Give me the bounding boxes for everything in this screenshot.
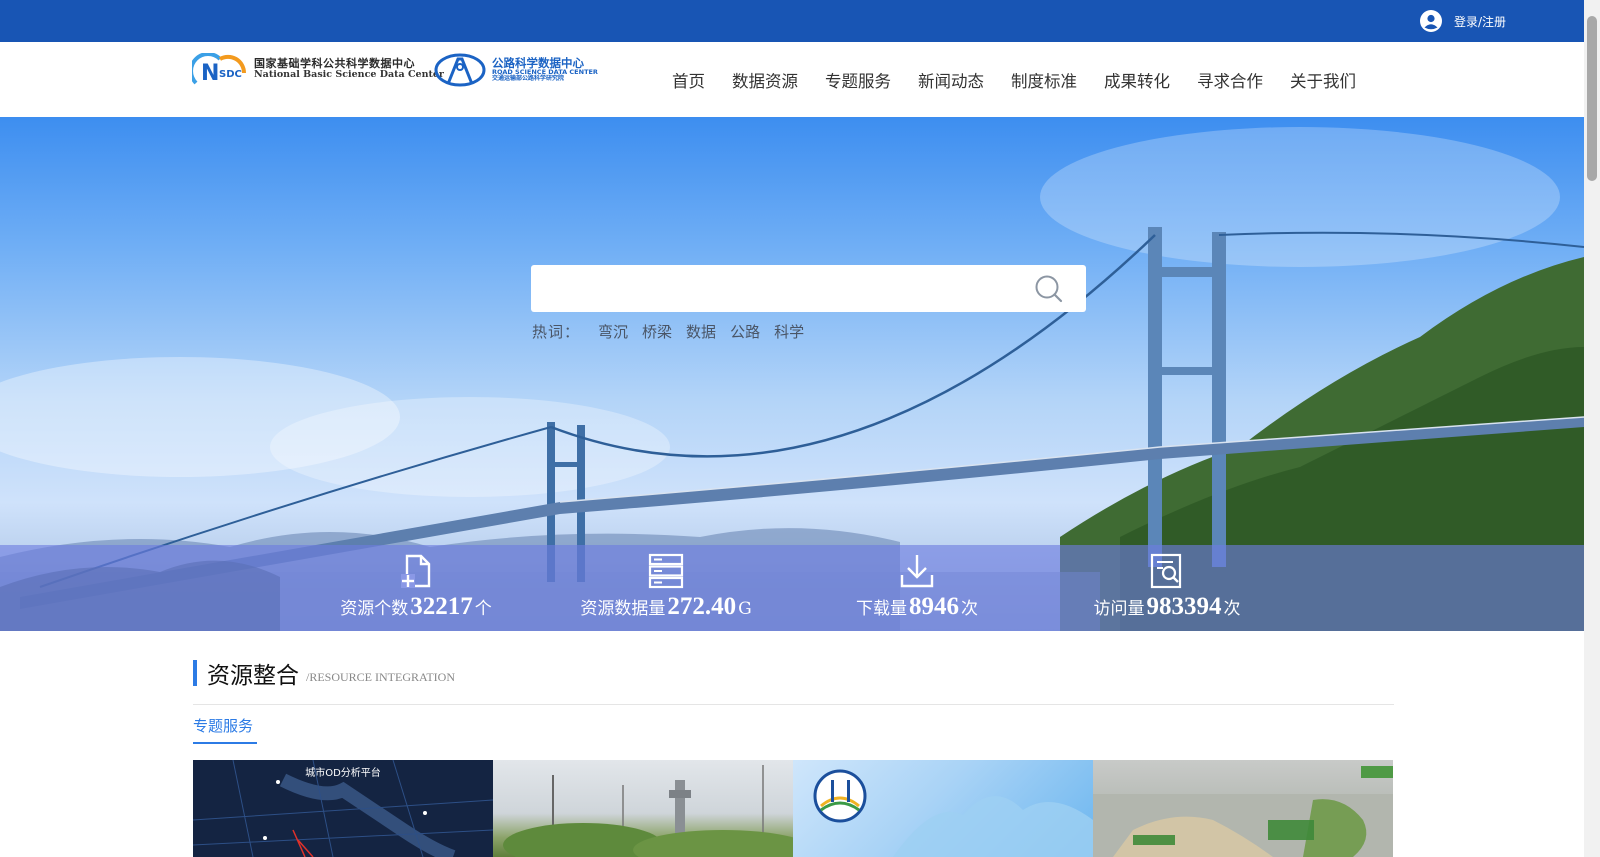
bridge-emblem-thumbnail <box>813 769 1093 857</box>
login-register-link[interactable]: 登录/注册 <box>1419 10 1506 32</box>
terrain-map-thumbnail <box>1093 766 1393 857</box>
stat-label: 下载量 <box>856 599 907 619</box>
resource-card-od-platform[interactable]: 城市OD分析平台 <box>193 760 493 857</box>
header: N SDC 国家基础学科公共科学数据中心 National Basic Scie… <box>0 42 1584 117</box>
file-add-icon <box>401 554 431 588</box>
download-icon <box>900 555 934 588</box>
tab-active-underline <box>193 742 257 744</box>
database-icon <box>648 553 684 589</box>
hot-word[interactable]: 桥梁 <box>642 321 672 342</box>
main-nav: 首页 数据资源 专题服务 新闻动态 制度标准 成果转化 寻求合作 关于我们 <box>672 42 1356 117</box>
svg-text:N: N <box>201 61 219 85</box>
search-icon[interactable] <box>1034 274 1064 304</box>
hot-words-label: 热词： <box>532 323 581 341</box>
hot-word[interactable]: 科学 <box>774 321 804 342</box>
stat-unit: G <box>738 599 752 619</box>
nav-achievements[interactable]: 成果转化 <box>1104 68 1170 92</box>
resource-cards: 城市OD分析平台 <box>193 760 1394 857</box>
stat-label: 资源个数 <box>340 599 409 619</box>
stat-unit: 个 <box>474 599 492 619</box>
section-divider <box>193 704 1394 705</box>
hot-words: 热词： 弯沉 桥梁 数据 公路 科学 <box>532 321 804 342</box>
road-science-logo-sub: 交通运输部公路科学研究院 <box>492 75 565 83</box>
search-box <box>531 265 1086 312</box>
nav-about-us[interactable]: 关于我们 <box>1290 68 1356 92</box>
nav-home[interactable]: 首页 <box>672 68 705 92</box>
stat-value: 272.40 <box>667 593 737 620</box>
scrollbar-thumb[interactable] <box>1587 16 1597 181</box>
road-science-logo-mark <box>434 53 486 87</box>
road-science-logo[interactable]: 公路科学数据中心 ROAD SCIENCE DATA CENTER 交通运输部公… <box>434 53 598 87</box>
nav-topic-services[interactable]: 专题服务 <box>825 68 891 92</box>
search-input[interactable] <box>531 265 1031 312</box>
nbsdc-logo-mark: N SDC <box>192 53 247 85</box>
resource-card-bridge-emblem[interactable] <box>793 760 1093 857</box>
stat-label: 资源数据量 <box>580 599 666 619</box>
nav-standards[interactable]: 制度标准 <box>1011 68 1077 92</box>
hot-word[interactable]: 数据 <box>686 321 716 342</box>
section-title: 资源整合 <box>207 663 299 689</box>
stat-downloads: 下载量 8946 次 <box>847 545 987 631</box>
page-scrollbar[interactable] <box>1584 0 1600 857</box>
resource-card-road-scene[interactable] <box>493 760 793 857</box>
login-register-label[interactable]: 登录/注册 <box>1454 13 1506 30</box>
stat-value: 32217 <box>410 593 473 620</box>
tab-topic-services[interactable]: 专题服务 <box>193 715 253 736</box>
hero-banner: 热词： 弯沉 桥梁 数据 公路 科学 资源个数 32217 个 资源数据量 27… <box>0 117 1584 631</box>
stat-value: 8946 <box>909 593 959 620</box>
card-title: 城市OD分析平台 <box>305 768 381 779</box>
stat-label: 访问量 <box>1093 599 1145 619</box>
nbsdc-logo[interactable]: N SDC 国家基础学科公共科学数据中心 National Basic Scie… <box>192 53 444 85</box>
nav-data-resources[interactable]: 数据资源 <box>732 68 798 92</box>
hot-word[interactable]: 弯沉 <box>598 321 628 342</box>
stat-data-volume: 资源数据量 272.40 G <box>576 545 756 631</box>
section-subtitle: /RESOURCE INTEGRATION <box>306 670 455 684</box>
road-scene-thumbnail <box>503 765 793 857</box>
nav-news[interactable]: 新闻动态 <box>918 68 984 92</box>
stat-resource-count: 资源个数 32217 个 <box>336 545 496 631</box>
user-icon <box>1419 10 1442 32</box>
resource-card-terrain-map[interactable] <box>1093 760 1393 857</box>
nav-cooperation[interactable]: 寻求合作 <box>1197 68 1263 92</box>
page: 登录/注册 N SDC 国家基础学科公共科学数据中心 National Basi… <box>0 0 1600 857</box>
stat-unit: 次 <box>1223 599 1241 619</box>
top-bar: 登录/注册 <box>0 0 1584 42</box>
nbsdc-logo-en: National Basic Science Data Center <box>254 68 444 80</box>
hot-word[interactable]: 公路 <box>730 321 760 342</box>
stat-visits: 访问量 983394 次 <box>1077 545 1257 631</box>
document-search-icon <box>1150 553 1182 589</box>
svg-text:SDC: SDC <box>219 69 242 80</box>
stat-value: 983394 <box>1146 593 1222 620</box>
statistics-band: 资源个数 32217 个 资源数据量 272.40 G 下载量 8946 次 访… <box>0 545 1584 631</box>
stat-unit: 次 <box>961 599 978 619</box>
section-title-bar <box>193 660 197 686</box>
